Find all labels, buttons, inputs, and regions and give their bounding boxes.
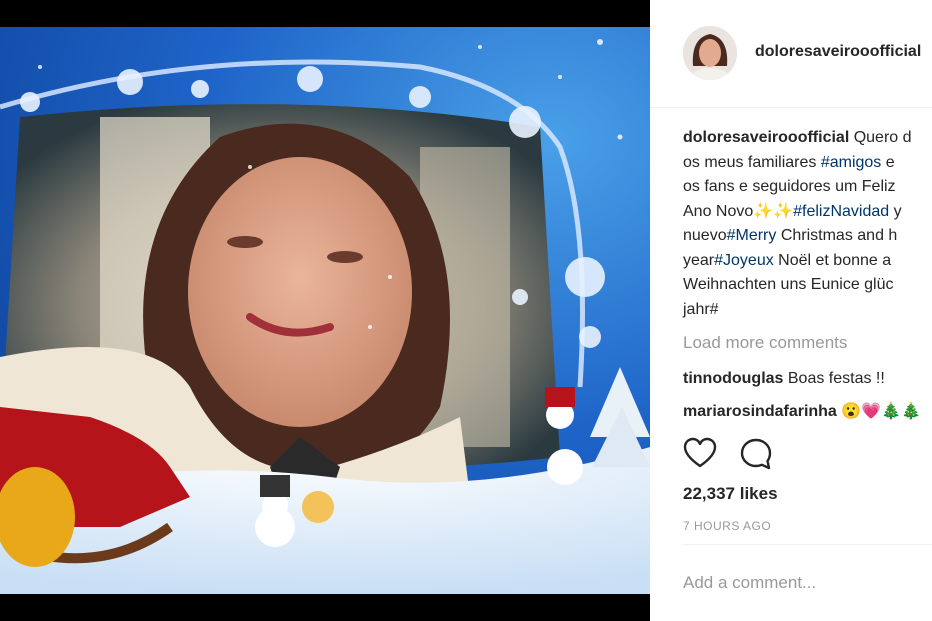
comment-text: Boas festas !!: [783, 370, 885, 387]
load-more-comments-link[interactable]: Load more comments: [683, 333, 847, 353]
comment-username[interactable]: mariarosindafarinha: [683, 403, 837, 420]
hashtag-link[interactable]: #Joyeux: [714, 252, 774, 269]
caption-text: nuevo: [683, 227, 727, 244]
caption-text: os meus familiares: [683, 153, 821, 171]
caption-text: os fans e seguidores um Feliz: [683, 178, 896, 195]
caption-text: Christmas and h: [776, 227, 898, 244]
top-letterbox: [0, 0, 650, 27]
hashtag-link[interactable]: #Merry: [727, 227, 777, 244]
comment-username[interactable]: tinnodouglas: [683, 370, 783, 387]
hashtag-link[interactable]: #amigos: [821, 154, 881, 171]
header-username[interactable]: doloresaveirooofficial: [755, 43, 921, 61]
post-timestamp: 7 HOURS AGO: [683, 519, 772, 533]
bottom-letterbox: [0, 594, 650, 621]
add-comment-input[interactable]: Add a comment...: [683, 573, 816, 593]
caption-text: jahr#: [683, 300, 719, 318]
comment-item: mariarosindafarinha 😮💗🎄🎄: [683, 401, 921, 421]
caption-text: y: [889, 202, 902, 220]
likes-count[interactable]: 22,337 likes: [683, 484, 778, 504]
heart-icon[interactable]: [683, 437, 717, 471]
caption-text: year: [683, 251, 715, 269]
caption-text: Noël et bonne a: [773, 251, 892, 269]
caption-text: Weihnachten uns Eunice glüc: [683, 276, 894, 293]
post-caption: doloresaveirooofficial Quero d os meus f…: [683, 126, 932, 322]
divider: [683, 544, 932, 545]
comment-item: tinnodouglas Boas festas !!: [683, 370, 885, 388]
hashtag-link[interactable]: #felizNavidad: [793, 203, 889, 220]
caption-text: Quero d: [849, 129, 912, 146]
sparkle-emoji-icon: ✨✨: [753, 202, 794, 220]
avatar[interactable]: [683, 26, 737, 80]
post-header: doloresaveirooofficial: [650, 0, 932, 108]
caption-text: Ano Novo: [683, 202, 754, 220]
caption-username[interactable]: doloresaveirooofficial: [683, 129, 849, 146]
comment-bubble-icon[interactable]: [739, 437, 773, 471]
caption-text: e: [881, 153, 895, 171]
post-image: [0, 27, 650, 594]
comment-text: 😮💗🎄🎄: [836, 403, 921, 420]
post-sidebar: doloresaveirooofficial doloresaveiroooff…: [650, 0, 932, 621]
